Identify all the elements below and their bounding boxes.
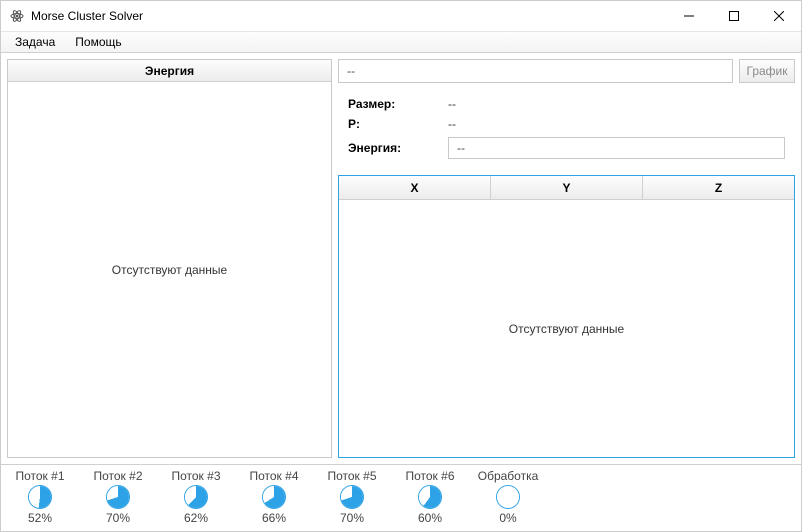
thread-pie-icon [418,485,442,509]
close-button[interactable] [756,1,801,31]
thread-label: Поток #6 [405,469,454,483]
menubar: Задача Помощь [1,31,801,53]
window-controls [666,1,801,31]
thread-label: Поток #1 [15,469,64,483]
thread-indicator-0: Поток #1 52% [9,469,71,525]
thread-label: Поток #4 [249,469,298,483]
menu-task[interactable]: Задача [5,33,65,51]
energy-column-header[interactable]: Энергия [8,60,331,82]
thread-pie-icon [106,485,130,509]
thread-pct: 66% [262,511,286,525]
thread-indicator-6: Обработка 0% [477,469,539,525]
thread-pct: 70% [340,511,364,525]
thread-label: Поток #2 [93,469,142,483]
content-area: Энергия Отсутствуют данные График Размер… [1,53,801,464]
table-header-row: X Y Z [339,176,794,200]
thread-indicator-5: Поток #6 60% [399,469,461,525]
minimize-button[interactable] [666,1,711,31]
thread-pie-icon [340,485,364,509]
thread-pie-icon [496,485,520,509]
thread-indicator-2: Поток #3 62% [165,469,227,525]
energy-list-empty: Отсутствуют данные [8,82,331,457]
coords-table: X Y Z Отсутствуют данные [338,175,795,458]
thread-pct: 52% [28,511,52,525]
size-label: Размер: [348,97,448,111]
thread-pct: 70% [106,511,130,525]
details-area: График Размер: -- P: -- Энергия: X Y Z О… [338,59,795,458]
status-bar: Поток #152%Поток #270%Поток #362%Поток #… [1,464,801,531]
thread-label: Поток #3 [171,469,220,483]
energy-value-input[interactable] [448,137,785,159]
energy-label: Энергия: [348,141,448,155]
p-label: P: [348,117,448,131]
thread-pie-icon [184,485,208,509]
menu-help[interactable]: Помощь [65,33,131,51]
thread-indicator-3: Поток #4 66% [243,469,305,525]
thread-pct: 0% [499,511,516,525]
maximize-button[interactable] [711,1,756,31]
thread-indicator-1: Поток #2 70% [87,469,149,525]
graph-button[interactable]: График [739,59,795,83]
cluster-name-input[interactable] [338,59,733,83]
p-value: -- [448,117,785,131]
details-top-row: График [338,59,795,83]
info-panel: Размер: -- P: -- Энергия: [338,89,795,169]
thread-pct: 60% [418,511,442,525]
col-x[interactable]: X [339,176,491,200]
titlebar: Morse Cluster Solver [1,1,801,31]
thread-pct: 62% [184,511,208,525]
energy-list-panel: Энергия Отсутствуют данные [7,59,332,458]
thread-label: Обработка [478,469,539,483]
table-empty: Отсутствуют данные [339,200,794,457]
thread-pie-icon [28,485,52,509]
size-value: -- [448,97,785,111]
thread-indicator-4: Поток #5 70% [321,469,383,525]
thread-label: Поток #5 [327,469,376,483]
window-title: Morse Cluster Solver [31,9,143,23]
thread-pie-icon [262,485,286,509]
col-y[interactable]: Y [491,176,643,200]
app-icon [9,8,25,24]
col-z[interactable]: Z [643,176,794,200]
info-grid: Размер: -- P: -- Энергия: [338,89,795,169]
